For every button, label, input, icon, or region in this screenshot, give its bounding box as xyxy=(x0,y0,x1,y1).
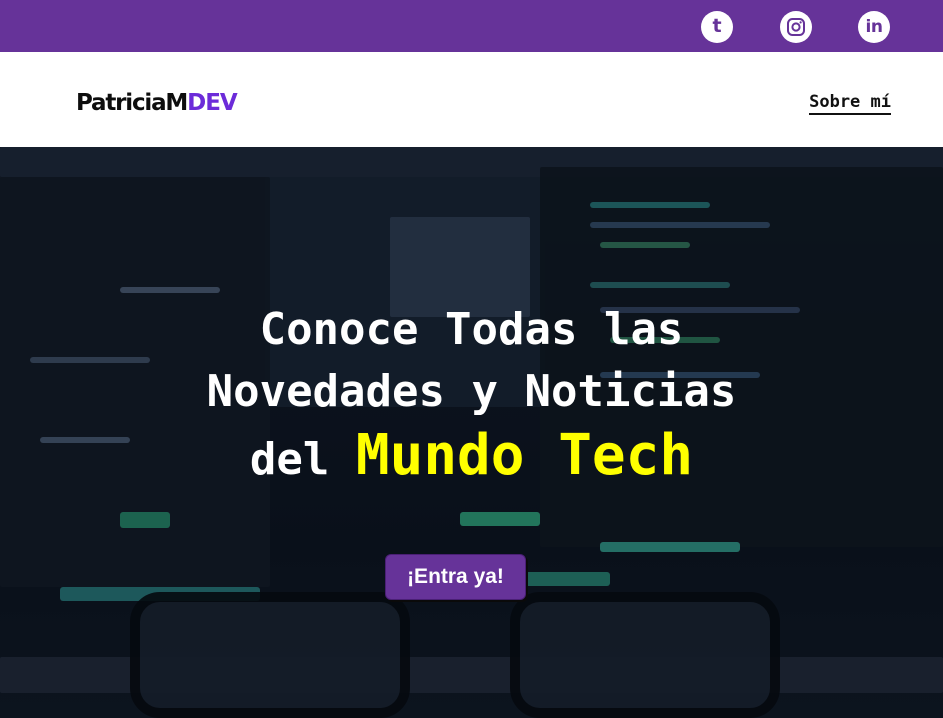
site-logo[interactable]: PatriciaMDEV xyxy=(76,88,238,118)
hero-title-line-1: Conoce Todas las xyxy=(259,304,684,355)
linkedin-glyph: in xyxy=(865,16,883,37)
instagram-icon[interactable] xyxy=(780,11,812,43)
hero-title-highlight: Mundo Tech xyxy=(355,423,694,488)
site-header: PatriciaMDEV Sobre mí xyxy=(0,52,943,147)
tumblr-glyph: t xyxy=(712,15,722,37)
instagram-glyph xyxy=(787,18,805,36)
linkedin-icon[interactable]: in xyxy=(858,11,890,43)
logo-main-text: PatriciaM xyxy=(76,90,188,116)
enter-button[interactable]: ¡Entra ya! xyxy=(385,554,526,600)
nav-link-about[interactable]: Sobre mí xyxy=(809,92,891,115)
social-bar: t in xyxy=(0,0,943,52)
logo-accent-text: DEV xyxy=(187,90,238,116)
hero-title-prefix: del xyxy=(249,434,330,485)
tumblr-icon[interactable]: t xyxy=(701,11,733,43)
hero-title-line-3: del Mundo Tech xyxy=(0,425,943,491)
hero-heading: Conoce Todas las Novedades y Noticias de… xyxy=(0,299,943,491)
hero-section: Conoce Todas las Novedades y Noticias de… xyxy=(0,147,943,718)
hero-title-line-2: Novedades y Noticias xyxy=(206,366,737,417)
